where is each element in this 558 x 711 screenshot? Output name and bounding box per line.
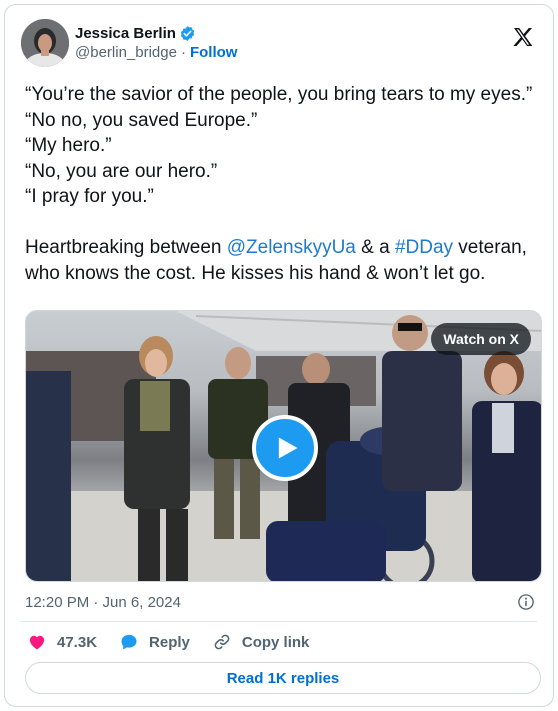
reply-bubble-icon bbox=[121, 634, 137, 650]
action-bar: 47.3K Reply Copy link bbox=[27, 631, 331, 653]
like-count: 47.3K bbox=[57, 633, 98, 651]
divider bbox=[21, 621, 537, 622]
play-button[interactable] bbox=[252, 415, 318, 481]
user-info: Jessica Berlin @berlin_bridge · Follow bbox=[75, 25, 237, 61]
read-replies-button[interactable]: Read 1K replies bbox=[25, 662, 541, 694]
info-icon[interactable] bbox=[517, 593, 535, 611]
quote-line-1: “You’re the savior of the people, you br… bbox=[25, 84, 533, 105]
quote-line-4: “No, you are our hero.” bbox=[25, 160, 218, 182]
quote-line-3: “My hero.” bbox=[25, 135, 112, 156]
x-logo-icon[interactable] bbox=[511, 25, 535, 49]
quote-line-2: “No no, you saved Europe.” bbox=[25, 109, 258, 131]
author-handle[interactable]: @berlin_bridge bbox=[75, 44, 177, 61]
copy-link-button[interactable]: Copy link bbox=[212, 632, 310, 652]
closing-text-prefix: Heartbreaking between bbox=[25, 237, 227, 258]
play-icon bbox=[278, 437, 298, 459]
tweet-header: Jessica Berlin @berlin_bridge · Follow bbox=[21, 17, 539, 69]
avatar[interactable] bbox=[21, 19, 69, 67]
mention-link[interactable]: @ZelenskyyUa bbox=[227, 237, 356, 258]
timestamp-row: 12:20 PM · Jun 6, 2024 bbox=[25, 591, 535, 613]
timestamp[interactable]: 12:20 PM · Jun 6, 2024 bbox=[25, 594, 181, 611]
tweet-card: Jessica Berlin @berlin_bridge · Follow “… bbox=[4, 4, 554, 707]
link-icon bbox=[214, 634, 230, 650]
quote-line-5: “I pray for you.” bbox=[25, 186, 154, 207]
like-button[interactable]: 47.3K bbox=[27, 632, 97, 652]
heart-icon bbox=[29, 635, 45, 650]
author-name[interactable]: Jessica Berlin bbox=[75, 25, 176, 42]
reply-button[interactable]: Reply bbox=[119, 632, 190, 652]
closing-text-mid: & a bbox=[355, 237, 395, 258]
watch-on-x-button[interactable]: Watch on X bbox=[431, 323, 531, 355]
tweet-text: “You’re the savior of the people, you br… bbox=[25, 82, 539, 286]
follow-button[interactable]: Follow bbox=[190, 44, 238, 61]
handle-separator: · bbox=[180, 44, 186, 61]
video-player[interactable]: Watch on X bbox=[25, 310, 542, 582]
reply-label: Reply bbox=[149, 633, 190, 651]
hashtag-link[interactable]: #DDay bbox=[395, 237, 453, 258]
verified-badge-icon bbox=[180, 26, 195, 41]
copy-link-label: Copy link bbox=[241, 633, 310, 651]
